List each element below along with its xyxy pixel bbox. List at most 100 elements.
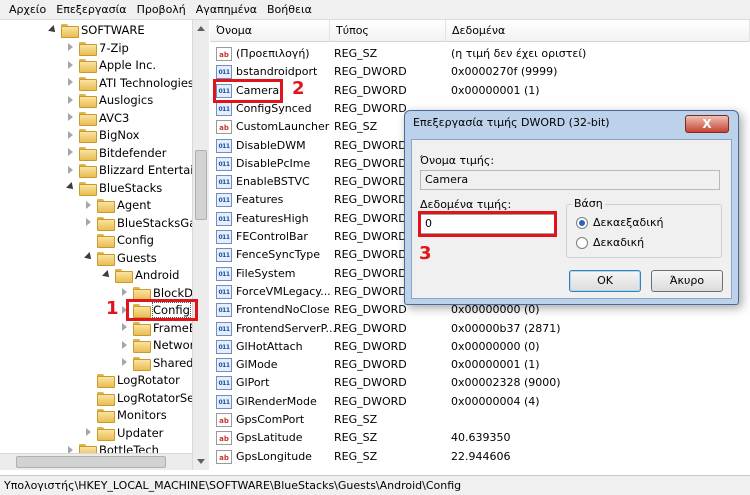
scroll-down-arrow-icon[interactable] <box>197 459 205 464</box>
binary-value-icon: 011 <box>216 248 232 263</box>
tree-item[interactable]: Agent <box>84 196 151 214</box>
value-name: GlPort <box>236 376 270 390</box>
radio-hexadecimal[interactable]: Δεκαεξαδική <box>576 216 663 229</box>
tree-item[interactable]: Monitors <box>84 406 167 424</box>
expand-arrow-icon[interactable] <box>66 78 75 87</box>
expand-arrow-icon[interactable] <box>66 113 75 122</box>
menu-help[interactable]: Βοήθεια <box>262 3 317 16</box>
tree-item[interactable]: LogRotator <box>84 371 180 389</box>
value-type: REG_SZ <box>334 47 378 60</box>
value-row[interactable]: 011 bstandroidport REG_DWORD 0x0000270f (99… <box>210 63 750 81</box>
value-row[interactable]: ab GpsLatitude REG_SZ 40.639350 <box>210 429 750 447</box>
value-name: FeaturesHigh <box>236 211 309 225</box>
tree-item[interactable]: ATI Technologies <box>66 74 194 92</box>
collapse-arrow-icon[interactable] <box>48 26 57 35</box>
tree-item[interactable]: Blizzard Entertainm <box>66 161 208 179</box>
scroll-thumb[interactable] <box>195 150 207 220</box>
expand-arrow-icon[interactable] <box>66 43 75 52</box>
radio-decimal[interactable]: Δεκαδική <box>576 236 644 249</box>
value-row[interactable]: 011 FrontendServerP... REG_DWORD 0x00000b37… <box>210 320 750 338</box>
expand-arrow-icon[interactable] <box>84 200 93 210</box>
binary-value-icon: 011 <box>216 376 232 391</box>
cancel-button[interactable]: Άκυρο <box>651 270 723 292</box>
registry-key-tree[interactable]: SOFTWARE 7-Zip Apple Inc. ATI Technologies A… <box>0 20 209 470</box>
folder-icon <box>97 199 115 213</box>
expand-arrow-icon[interactable] <box>66 165 75 175</box>
expand-arrow-icon[interactable] <box>120 323 129 332</box>
tree-item[interactable]: Bitdefender <box>66 144 166 162</box>
radio-selected-icon[interactable] <box>576 216 588 229</box>
tree-item[interactable]: BlueStacksGam <box>84 214 207 232</box>
tree-item[interactable]: Updater <box>84 424 163 442</box>
expand-arrow-icon[interactable] <box>66 130 75 140</box>
value-type: REG_DWORD <box>334 83 407 97</box>
tree-item[interactable]: Networ <box>120 336 194 354</box>
value-row[interactable]: ab GpsLongitude REG_SZ 22.944606 <box>210 448 750 466</box>
value-row[interactable]: 011 GlRenderMode REG_DWORD 0x00000004 (4) <box>210 393 750 411</box>
menu-favorites[interactable]: Αγαπημένα <box>191 3 262 16</box>
binary-value-icon: 011 <box>216 284 232 299</box>
tree-item[interactable]: 7-Zip <box>66 39 129 57</box>
value-row[interactable]: 011 Camera REG_DWORD 0x00000001 (1) <box>210 82 750 100</box>
value-data: 0x0000270f (9999) <box>451 65 558 79</box>
menu-edit[interactable]: Επεξεργασία <box>51 3 131 16</box>
tree-item[interactable]: BlueStacks <box>66 179 162 197</box>
value-data: 40.639350 <box>451 431 511 445</box>
tree-item[interactable]: SOFTWARE <box>48 21 145 39</box>
tree-item[interactable]: FrameB <box>120 319 197 337</box>
tree-horizontal-scrollbar[interactable] <box>0 453 192 470</box>
expand-arrow-icon[interactable] <box>120 358 129 367</box>
value-row[interactable]: 011 GlMode REG_DWORD 0x00000001 (1) <box>210 356 750 374</box>
tree-item[interactable]: Guests <box>84 249 157 267</box>
expand-arrow-icon[interactable] <box>120 288 129 297</box>
tree-item[interactable]: LogRotatorSer <box>84 389 199 407</box>
tree-item[interactable]: BigNox <box>66 126 139 144</box>
tree-item[interactable]: AVC3 <box>66 109 129 127</box>
value-row[interactable]: ab GpsComPort REG_SZ <box>210 411 750 429</box>
column-header-name[interactable]: Όνομα <box>210 20 330 42</box>
expand-arrow-icon[interactable] <box>120 340 129 350</box>
binary-value-icon: 011 <box>216 266 232 281</box>
scroll-up-arrow-icon[interactable] <box>197 26 205 31</box>
value-type: REG_DWORD <box>334 284 407 298</box>
value-type: REG_DWORD <box>334 65 407 79</box>
tree-item[interactable]: Android <box>102 266 179 284</box>
menu-view[interactable]: Προβολή <box>132 3 191 16</box>
value-name: DisableDWM <box>236 138 306 152</box>
column-header-data[interactable]: Δεδομένα <box>446 20 750 42</box>
tree-item[interactable]: SharedI <box>120 354 197 372</box>
expand-arrow-icon[interactable] <box>66 60 75 70</box>
collapse-arrow-icon[interactable] <box>84 253 93 262</box>
expand-arrow-icon[interactable] <box>84 218 93 227</box>
hscroll-thumb[interactable] <box>16 456 166 468</box>
ok-button[interactable]: OK <box>569 270 641 292</box>
menu-file[interactable]: Αρχείο <box>4 3 51 16</box>
value-row[interactable]: 011 GlPort REG_DWORD 0x00002328 (9000) <box>210 374 750 392</box>
folder-icon <box>61 24 79 38</box>
value-type: REG_SZ <box>334 449 378 463</box>
tree-item[interactable]: Config <box>84 231 154 249</box>
column-header-type[interactable]: Τύπος <box>330 20 446 42</box>
folder-icon <box>97 374 115 388</box>
expand-arrow-icon[interactable] <box>84 428 93 437</box>
collapse-arrow-icon[interactable] <box>66 183 75 192</box>
tree-item-label: 7-Zip <box>99 40 129 55</box>
tree-item-label: Guests <box>117 250 157 265</box>
radio-decimal-label: Δεκαδική <box>593 236 645 249</box>
collapse-arrow-icon[interactable] <box>102 271 111 280</box>
binary-value-icon: 011 <box>216 303 232 318</box>
string-value-icon: ab <box>216 449 232 464</box>
tree-vertical-scrollbar[interactable] <box>192 20 209 470</box>
tree-item[interactable]: Auslogics <box>66 91 153 109</box>
expand-arrow-icon[interactable] <box>66 148 75 157</box>
radio-unselected-icon[interactable] <box>576 236 588 249</box>
tree-item[interactable]: Apple Inc. <box>66 56 156 74</box>
expand-arrow-icon[interactable] <box>66 95 75 105</box>
tree-item-label: BlockD <box>153 285 193 300</box>
value-row[interactable]: 011 GlHotAttach REG_DWORD 0x00000000 (0) <box>210 338 750 356</box>
tree-item-label: AVC3 <box>99 110 130 125</box>
value-row[interactable]: ab (Προεπιλογή) REG_SZ (η τιμή δεν έχει ορι… <box>210 45 750 63</box>
tree-item-label: SOFTWARE <box>81 23 145 37</box>
value-type: REG_DWORD <box>334 376 407 390</box>
dialog-close-button[interactable]: X <box>685 115 729 133</box>
